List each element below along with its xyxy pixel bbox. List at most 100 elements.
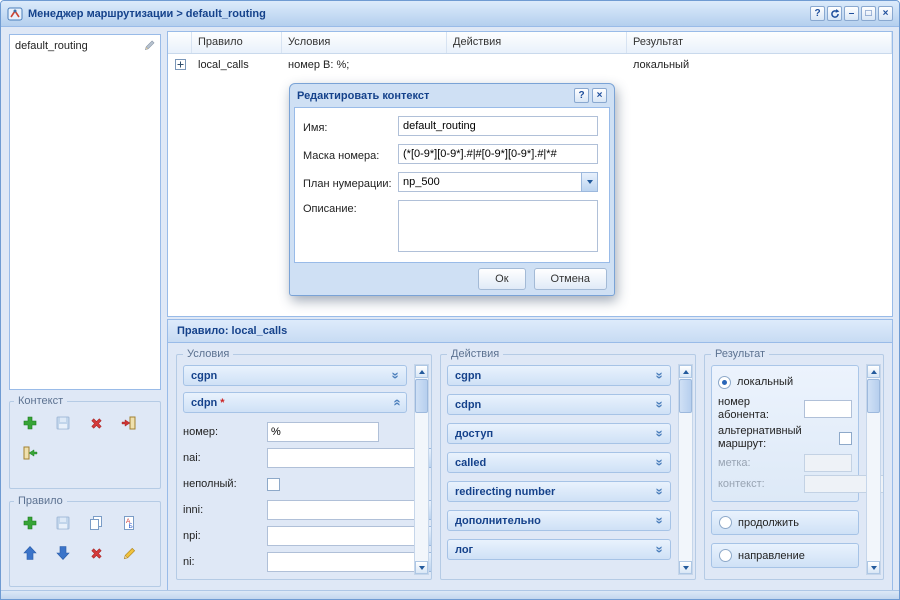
ok-button[interactable]: Ок <box>478 268 525 290</box>
plan-combo-input[interactable] <box>398 172 581 192</box>
scroll-down-icon[interactable] <box>679 561 692 574</box>
scroll-thumb[interactable] <box>867 379 880 413</box>
collapse-icon[interactable]: » <box>389 396 404 410</box>
row-expander-icon[interactable] <box>175 59 186 70</box>
action-section-called[interactable]: called » <box>447 452 671 473</box>
context-toolbox-row1 <box>14 408 156 438</box>
expand-icon[interactable]: » <box>653 543 668 557</box>
move-down-icon[interactable] <box>51 541 75 565</box>
local-radio[interactable] <box>718 376 731 389</box>
result-scrollbar[interactable] <box>866 364 881 575</box>
export-context-icon[interactable] <box>18 441 42 465</box>
grid-header-actions[interactable]: Действия <box>447 32 627 53</box>
inni-combo-input[interactable] <box>267 500 416 520</box>
condition-section-cdpn[interactable]: cdpn * » <box>183 392 407 413</box>
grid-header-conditions[interactable]: Условия <box>282 32 447 53</box>
expand-icon[interactable]: » <box>653 485 668 499</box>
scroll-up-icon[interactable] <box>679 365 692 378</box>
action-section-log[interactable]: лог » <box>447 539 671 560</box>
name-input[interactable] <box>398 116 598 136</box>
cancel-button[interactable]: Отмена <box>534 268 607 290</box>
scroll-thumb[interactable] <box>679 379 692 413</box>
rule-toolbox-legend: Правило <box>14 495 67 507</box>
actions-content: cgpn » cdpn » доступ » called » <box>447 365 689 560</box>
nai-combo-input[interactable] <box>267 448 416 468</box>
plan-label: План нумерации: <box>303 175 398 190</box>
condition-section-cgpn[interactable]: cgpn » <box>183 365 407 386</box>
expand-icon[interactable]: » <box>653 369 668 383</box>
delete-context-button[interactable] <box>84 411 108 435</box>
add-context-button[interactable] <box>18 411 42 435</box>
context-label: контекст: <box>718 478 804 491</box>
mask-input[interactable] <box>398 144 598 164</box>
expand-icon[interactable]: » <box>653 456 668 470</box>
subscriber-number-input[interactable] <box>804 400 852 418</box>
continue-label: продолжить <box>738 517 799 529</box>
action-section-redirecting-number[interactable]: redirecting number » <box>447 481 671 502</box>
dialog-help-button[interactable]: ? <box>574 88 589 103</box>
context-combo <box>804 475 852 493</box>
description-textarea[interactable] <box>398 200 598 252</box>
scroll-up-icon[interactable] <box>415 365 428 378</box>
direction-radio[interactable] <box>719 549 732 562</box>
help-button[interactable]: ? <box>810 6 825 21</box>
copy-rule-icon[interactable] <box>84 511 108 535</box>
conditions-scrollbar[interactable] <box>414 364 429 575</box>
context-row: контекст: <box>718 475 852 493</box>
minimize-button[interactable]: – <box>844 6 859 21</box>
scroll-thumb[interactable] <box>415 379 428 413</box>
direction-label: направление <box>738 550 805 562</box>
alt-route-checkbox[interactable] <box>839 432 852 445</box>
move-up-icon[interactable] <box>18 541 42 565</box>
edit-context-icon[interactable] <box>143 39 156 52</box>
direction-option[interactable]: направление <box>711 543 859 568</box>
close-button[interactable]: × <box>878 6 893 21</box>
incomplete-checkbox[interactable] <box>267 478 280 491</box>
expand-icon[interactable]: » <box>653 398 668 412</box>
context-list-item[interactable]: default_routing <box>10 35 160 57</box>
add-rule-button[interactable] <box>18 511 42 535</box>
local-option[interactable]: локальный <box>718 371 852 393</box>
expand-icon[interactable]: » <box>653 514 668 528</box>
scroll-down-icon[interactable] <box>867 561 880 574</box>
number-input[interactable] <box>267 422 379 442</box>
continue-option[interactable]: продолжить <box>711 510 859 535</box>
expand-icon[interactable]: » <box>653 427 668 441</box>
plan-combo[interactable] <box>398 172 598 192</box>
ni-combo[interactable] <box>267 552 379 572</box>
continue-radio[interactable] <box>719 516 732 529</box>
action-section-cgpn[interactable]: cgpn » <box>447 365 671 386</box>
window-tools: ? – □ × <box>810 6 893 21</box>
nai-combo[interactable] <box>267 448 379 468</box>
scroll-down-icon[interactable] <box>415 561 428 574</box>
npi-combo[interactable] <box>267 526 379 546</box>
dialog-close-button[interactable]: × <box>592 88 607 103</box>
action-section-dopolnitelno[interactable]: дополнительно » <box>447 510 671 531</box>
expand-icon[interactable]: » <box>389 369 404 383</box>
grid-header-rule[interactable]: Правило <box>192 32 282 53</box>
ni-combo-input[interactable] <box>267 552 416 572</box>
description-row: Описание: <box>303 200 601 252</box>
inni-combo[interactable] <box>267 500 379 520</box>
scroll-up-icon[interactable] <box>867 365 880 378</box>
dialog-titlebar[interactable]: Редактировать контекст ? × <box>290 84 614 107</box>
grid-row-local-calls[interactable]: local_calls номер B: %; локальный <box>168 54 892 75</box>
delete-rule-button[interactable] <box>84 541 108 565</box>
refresh-button[interactable] <box>827 6 842 21</box>
window-footer <box>1 590 899 599</box>
plan-row: План нумерации: <box>303 172 601 192</box>
app-window: Менеджер маршрутизации > default_routing… <box>0 0 900 600</box>
mask-row: Маска номера: <box>303 144 601 164</box>
exit-context-icon[interactable] <box>117 411 141 435</box>
edit-rule-icon[interactable] <box>117 541 141 565</box>
action-section-cdpn[interactable]: cdpn » <box>447 394 671 415</box>
grid-header-result[interactable]: Результат <box>627 32 892 53</box>
action-section-dostup[interactable]: доступ » <box>447 423 671 444</box>
npi-combo-input[interactable] <box>267 526 416 546</box>
ni-label: ni: <box>183 556 267 568</box>
dialog-title: Редактировать контекст <box>297 90 429 102</box>
rename-rule-icon[interactable]: AБ <box>117 511 141 535</box>
actions-scrollbar[interactable] <box>678 364 693 575</box>
maximize-button[interactable]: □ <box>861 6 876 21</box>
combo-trigger-icon[interactable] <box>581 172 598 192</box>
